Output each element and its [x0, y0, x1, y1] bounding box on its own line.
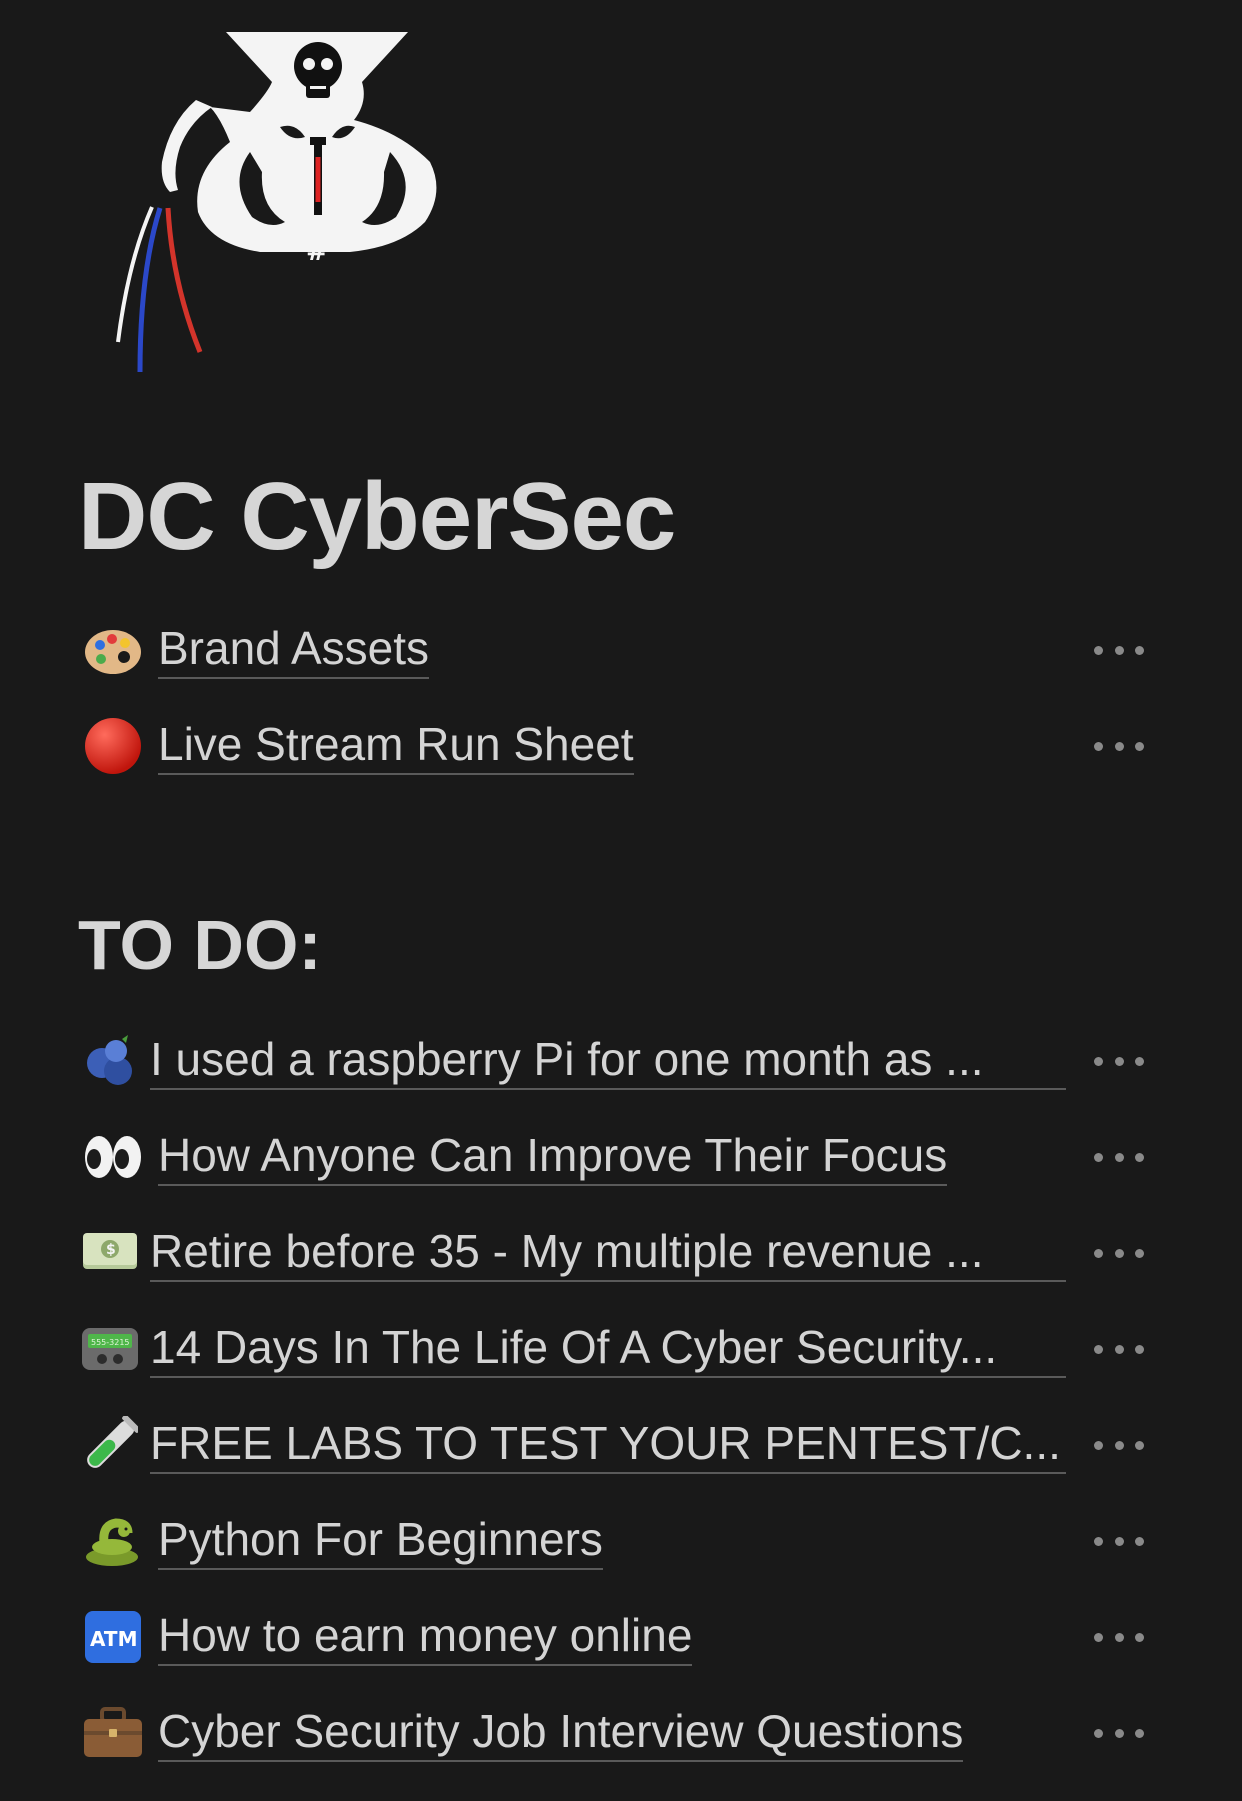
palette-icon: [80, 617, 146, 683]
notion-page: # DC CyberSec Brand Assets Live Stream R…: [0, 0, 1242, 1801]
eyes-icon: [80, 1124, 146, 1190]
page-link-label[interactable]: Brand Assets: [158, 621, 430, 679]
more-options-button[interactable]: [1094, 1716, 1144, 1750]
page-title: DC CyberSec: [78, 463, 676, 570]
atm-sign-icon: ATM: [80, 1604, 146, 1670]
todo-item[interactable]: FREE LABS TO TEST YOUR PENTEST/C...: [80, 1410, 1160, 1480]
test-tube-icon: [80, 1412, 140, 1478]
section-heading: TO DO:: [78, 906, 322, 984]
todo-item[interactable]: Python For Beginners: [80, 1506, 1160, 1576]
skull-octopus-logo-icon: #: [116, 32, 437, 373]
briefcase-icon: [80, 1700, 146, 1766]
more-options-button[interactable]: [1094, 633, 1144, 667]
dollar-banknote-icon: $: [80, 1220, 140, 1286]
todo-item[interactable]: How Anyone Can Improve Their Focus: [80, 1122, 1160, 1192]
more-options-button[interactable]: [1094, 1236, 1144, 1270]
more-options-button[interactable]: [1094, 1428, 1144, 1462]
red-circle-icon: [80, 713, 146, 779]
page-link-row[interactable]: Brand Assets: [80, 615, 1160, 685]
todo-item-label[interactable]: Cyber Security Job Interview Questions: [158, 1704, 964, 1762]
todo-item-label[interactable]: Retire before 35 - My multiple revenue .…: [150, 1224, 1066, 1282]
todo-item-label[interactable]: I used a raspberry Pi for one month as .…: [150, 1032, 1066, 1090]
more-options-button[interactable]: [1094, 729, 1144, 763]
logo-hash-text: #: [306, 237, 328, 267]
todo-item-label[interactable]: 14 Days In The Life Of A Cyber Security.…: [150, 1320, 1066, 1378]
more-options-button[interactable]: [1094, 1620, 1144, 1654]
todo-item[interactable]: Cyber Security Job Interview Questions: [80, 1698, 1160, 1768]
more-options-button[interactable]: [1094, 1044, 1144, 1078]
page-logo: #: [100, 22, 460, 382]
page-link-label[interactable]: Live Stream Run Sheet: [158, 717, 634, 775]
todo-item-label[interactable]: How to earn money online: [158, 1608, 693, 1666]
page-link-row[interactable]: Live Stream Run Sheet: [80, 711, 1160, 781]
todo-item-label[interactable]: FREE LABS TO TEST YOUR PENTEST/C...: [150, 1416, 1066, 1474]
todo-item[interactable]: I used a raspberry Pi for one month as .…: [80, 1026, 1160, 1096]
pager-screen-text: 555-3215: [91, 1338, 130, 1347]
todo-item[interactable]: 555-3215 14 Days In The Life Of A Cyber …: [80, 1314, 1160, 1384]
todo-item[interactable]: $ Retire before 35 - My multiple revenue…: [80, 1218, 1160, 1288]
atm-sign-text: ATM: [90, 1627, 137, 1651]
more-options-button[interactable]: [1094, 1140, 1144, 1174]
snake-icon: [80, 1508, 146, 1574]
todo-item-label[interactable]: Python For Beginners: [158, 1512, 603, 1570]
blueberries-icon: [80, 1028, 140, 1094]
todo-item-label[interactable]: How Anyone Can Improve Their Focus: [158, 1128, 948, 1186]
more-options-button[interactable]: [1094, 1332, 1144, 1366]
pager-icon: 555-3215: [80, 1316, 140, 1382]
more-options-button[interactable]: [1094, 1524, 1144, 1558]
todo-item[interactable]: ATM How to earn money online: [80, 1602, 1160, 1672]
svg-text:$: $: [106, 1242, 116, 1258]
